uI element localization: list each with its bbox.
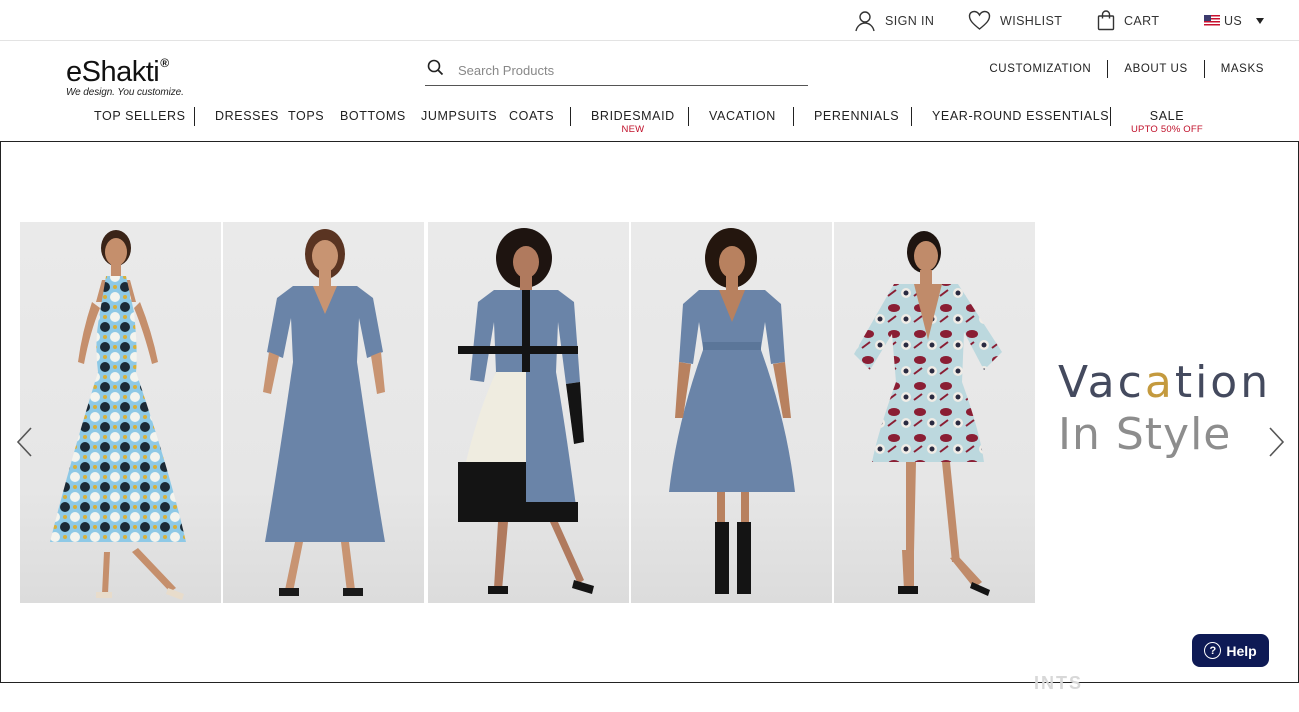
nav-item-tops[interactable]: TOPS xyxy=(288,107,324,125)
nav-divider xyxy=(1110,107,1111,126)
nav-label: VACATION xyxy=(709,109,776,123)
help-label: Help xyxy=(1226,642,1257,659)
registered-mark: ® xyxy=(160,56,169,70)
headline-part: tion xyxy=(1174,357,1272,408)
wishlist-label: WISHLIST xyxy=(1000,13,1063,28)
nav-item-dresses[interactable]: DRESSES xyxy=(215,107,279,125)
country-selector[interactable]: US xyxy=(1204,0,1265,41)
chevron-right-icon[interactable] xyxy=(1264,426,1288,458)
shopping-bag-icon xyxy=(1097,10,1115,31)
nav-label: SALE xyxy=(1149,109,1185,123)
hero-banner[interactable]: Vacation In Style xyxy=(0,141,1299,683)
search-input[interactable] xyxy=(458,62,788,78)
nav-label: TOPS xyxy=(288,109,325,123)
nav-divider xyxy=(194,107,195,126)
nav-item-coats[interactable]: COATS xyxy=(509,107,554,125)
country-label: US xyxy=(1224,13,1243,28)
customization-link[interactable]: CUSTOMIZATION xyxy=(973,60,1107,78)
new-badge: NEW xyxy=(621,124,645,135)
nav-item-bridesmaid[interactable]: BRIDESMAID NEW xyxy=(591,107,675,135)
nav-divider xyxy=(911,107,912,126)
nav-label: PERENNIALS xyxy=(814,109,900,123)
nav-item-sale[interactable]: SALE UPTO 50% OFF xyxy=(1131,107,1203,135)
masks-link[interactable]: MASKS xyxy=(1205,60,1264,78)
sale-badge: UPTO 50% OFF xyxy=(1131,124,1203,135)
nav-label: TOP SELLERS xyxy=(94,109,186,123)
help-button[interactable]: ? Help xyxy=(1192,634,1269,667)
logo-wordmark: eShakti® xyxy=(66,49,206,88)
utility-bar: SIGN IN WISHLIST CART US xyxy=(0,0,1299,41)
headline-line-2: In Style xyxy=(1058,409,1232,460)
chevron-down-icon xyxy=(1256,17,1265,24)
nav-label: BRIDESMAID xyxy=(591,109,675,123)
chevron-left-icon[interactable] xyxy=(13,426,37,458)
background-text: INTS xyxy=(1034,673,1084,693)
nav-divider xyxy=(688,107,689,126)
heart-icon xyxy=(968,10,991,31)
product-image-blue-fit-flare-dress[interactable] xyxy=(631,222,832,603)
product-image-blue-wrap-midi-dress[interactable] xyxy=(223,222,424,603)
logo[interactable]: eShakti® We design. You customize. xyxy=(66,49,206,98)
logo-name: eShakti xyxy=(66,56,160,88)
search-bar xyxy=(425,55,808,86)
headline-part: Vac xyxy=(1058,357,1145,408)
nav-item-perennials[interactable]: PERENNIALS xyxy=(814,107,899,125)
nav-item-year-round-essentials[interactable]: YEAR-ROUND ESSENTIALS xyxy=(932,107,1109,125)
product-image-halter-print-maxi-dress[interactable] xyxy=(20,222,221,603)
nav-item-vacation[interactable]: VACATION xyxy=(709,107,776,125)
logo-tagline: We design. You customize. xyxy=(66,87,184,98)
headline-accent: a xyxy=(1144,357,1175,408)
product-image-paisley-print-dress[interactable] xyxy=(834,222,1035,603)
us-flag-icon xyxy=(1204,15,1220,26)
product-image-colorblock-midi-dress[interactable] xyxy=(428,222,629,603)
wishlist-link[interactable]: WISHLIST xyxy=(968,0,1062,41)
nav-label: DRESSES xyxy=(215,109,279,123)
header-links: CUSTOMIZATION ABOUT US MASKS xyxy=(973,60,1264,78)
sign-in-label: SIGN IN xyxy=(885,13,935,28)
nav-label: JUMPSUITS xyxy=(421,109,498,123)
sign-in-link[interactable]: SIGN IN xyxy=(854,0,934,41)
nav-label: COATS xyxy=(509,109,555,123)
headline-line-1: Vacation xyxy=(1058,361,1271,405)
nav-item-top-sellers[interactable]: TOP SELLERS xyxy=(94,107,186,125)
cart-label: CART xyxy=(1124,13,1160,28)
cart-link[interactable]: CART xyxy=(1097,0,1159,41)
nav-divider xyxy=(793,107,794,126)
search-icon[interactable] xyxy=(425,59,444,81)
nav-item-bottoms[interactable]: BOTTOMS xyxy=(340,107,406,125)
question-icon: ? xyxy=(1204,642,1222,659)
nav-label: BOTTOMS xyxy=(340,109,406,123)
nav-divider xyxy=(570,107,571,126)
hero-headline: Vacation In Style xyxy=(1058,361,1271,459)
nav-item-jumpsuits[interactable]: JUMPSUITS xyxy=(421,107,497,125)
user-icon xyxy=(854,10,876,32)
about-us-link[interactable]: ABOUT US xyxy=(1108,60,1203,78)
nav-label: YEAR-ROUND ESSENTIALS xyxy=(932,109,1110,123)
